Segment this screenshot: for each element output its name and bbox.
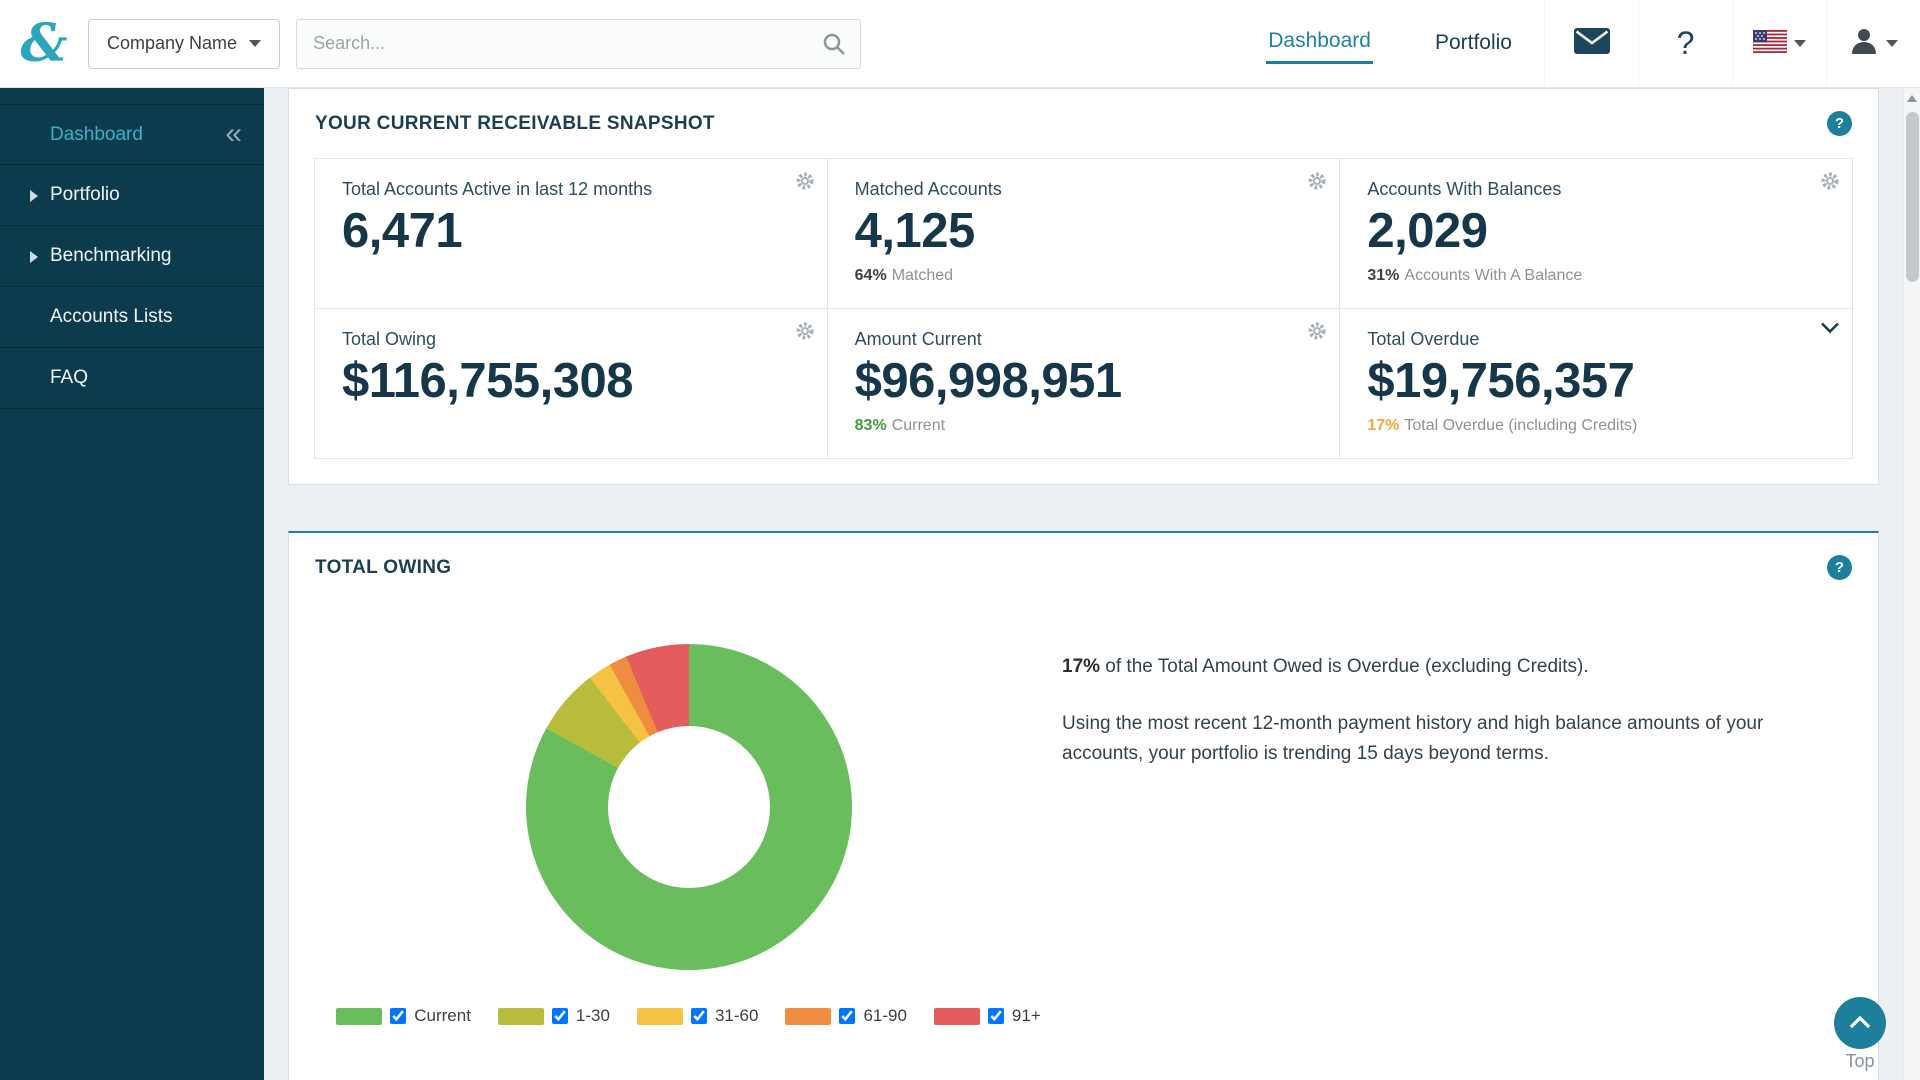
tile-total-accounts-active: Total Accounts Active in last 12 months … — [315, 159, 828, 309]
sidebar-item-faq[interactable]: FAQ — [0, 348, 264, 409]
stat-tiles-grid: Total Accounts Active in last 12 months … — [314, 158, 1853, 459]
legend-item-91-plus: 91+ — [934, 1006, 1041, 1026]
scrollbar[interactable] — [1903, 88, 1920, 1080]
tile-accounts-with-balances: Accounts With Balances 2,029 31%Accounts… — [1340, 159, 1853, 309]
owing-summary-text: 17% of the Total Amount Owed is Overdue … — [1062, 606, 1852, 1026]
user-menu[interactable] — [1826, 0, 1920, 87]
legend-swatch — [785, 1008, 831, 1025]
overdue-headline: 17% of the Total Amount Owed is Overdue … — [1062, 652, 1822, 681]
nav-portfolio[interactable]: Portfolio — [1403, 0, 1544, 87]
sidebar-item-portfolio[interactable]: Portfolio — [0, 165, 264, 226]
search-icon[interactable] — [821, 31, 847, 62]
chart-legend: Current 1-30 31-60 6 — [336, 1006, 1041, 1026]
chevron-down-icon — [1886, 40, 1898, 47]
tile-total-owing: Total Owing $116,755,308 — [315, 309, 828, 459]
app-logo-icon[interactable]: & — [0, 0, 88, 88]
sidebar-collapse-icon[interactable]: « — [225, 118, 242, 148]
scroll-to-top-button[interactable] — [1834, 997, 1886, 1049]
caret-right-icon — [30, 251, 38, 263]
total-owing-title: TOTAL OWING — [315, 557, 451, 579]
gear-icon[interactable] — [795, 171, 815, 196]
top-nav: Dashboard Portfolio ? — [1236, 0, 1920, 87]
scroll-to-top-label: Top — [1828, 1051, 1892, 1072]
scroll-to-top: Top — [1828, 997, 1892, 1072]
snapshot-title: YOUR CURRENT RECEIVABLE SNAPSHOT — [315, 113, 715, 135]
legend-swatch — [637, 1008, 683, 1025]
language-selector[interactable] — [1732, 0, 1826, 87]
legend-swatch — [336, 1008, 382, 1025]
aging-donut-chart[interactable] — [526, 644, 852, 970]
caret-right-icon — [30, 190, 38, 202]
help-badge-icon[interactable]: ? — [1827, 555, 1852, 580]
gear-icon[interactable] — [1307, 171, 1327, 196]
sidebar: Dashboard « Portfolio Benchmarking Accou… — [0, 88, 264, 1080]
sidebar-item-accounts-lists[interactable]: Accounts Lists — [0, 287, 264, 348]
legend-checkbox-91-plus[interactable] — [988, 1008, 1004, 1024]
help-button[interactable]: ? — [1638, 0, 1732, 87]
scrollbar-thumb[interactable] — [1906, 112, 1919, 282]
chevron-down-icon[interactable] — [1820, 321, 1840, 339]
mail-icon — [1574, 28, 1610, 59]
help-badge-icon[interactable]: ? — [1827, 111, 1852, 136]
receivable-snapshot-card: YOUR CURRENT RECEIVABLE SNAPSHOT ? Total… — [288, 88, 1879, 485]
legend-swatch — [498, 1008, 544, 1025]
total-owing-card: TOTAL OWING ? Current — [288, 531, 1879, 1080]
company-selector-label: Company Name — [107, 33, 237, 54]
legend-item-61-90: 61-90 — [785, 1006, 906, 1026]
legend-item-31-60: 31-60 — [637, 1006, 758, 1026]
donut-hole — [608, 726, 770, 888]
tile-amount-current: Amount Current $96,998,951 83%Current — [828, 309, 1341, 459]
main-content: YOUR CURRENT RECEIVABLE SNAPSHOT ? Total… — [264, 88, 1903, 1080]
nav-dashboard[interactable]: Dashboard — [1236, 0, 1403, 87]
trend-paragraph: Using the most recent 12-month payment h… — [1062, 709, 1822, 768]
legend-checkbox-61-90[interactable] — [839, 1008, 855, 1024]
aging-chart-area: Current 1-30 31-60 6 — [315, 606, 1062, 1026]
messages-button[interactable] — [1544, 0, 1638, 87]
us-flag-icon — [1753, 30, 1787, 58]
chevron-down-icon — [249, 40, 261, 47]
gear-icon[interactable] — [1307, 321, 1327, 346]
topbar: & Company Name Dashboard Portfolio ? — [0, 0, 1920, 88]
help-icon: ? — [1677, 25, 1695, 62]
legend-checkbox-31-60[interactable] — [691, 1008, 707, 1024]
legend-checkbox-current[interactable] — [390, 1008, 406, 1024]
tile-total-overdue: Total Overdue $19,756,357 17%Total Overd… — [1340, 309, 1853, 459]
gear-icon[interactable] — [1820, 171, 1840, 196]
chevron-up-icon — [1848, 1014, 1872, 1033]
tile-matched-accounts: Matched Accounts 4,125 64%Matched — [828, 159, 1341, 309]
chevron-down-icon — [1794, 40, 1806, 47]
scrollbar-up-arrow[interactable] — [1904, 88, 1920, 108]
gear-icon[interactable] — [795, 321, 815, 346]
legend-checkbox-1-30[interactable] — [552, 1008, 568, 1024]
legend-item-1-30: 1-30 — [498, 1006, 610, 1026]
triangle-up-icon — [1907, 95, 1917, 102]
company-selector[interactable]: Company Name — [88, 19, 280, 69]
user-icon — [1849, 26, 1879, 61]
legend-item-current: Current — [336, 1006, 471, 1026]
search-input[interactable] — [296, 19, 861, 69]
search-box — [296, 19, 861, 69]
legend-swatch — [934, 1008, 980, 1025]
sidebar-item-benchmarking[interactable]: Benchmarking — [0, 226, 264, 287]
sidebar-item-dashboard[interactable]: Dashboard « — [0, 104, 264, 165]
